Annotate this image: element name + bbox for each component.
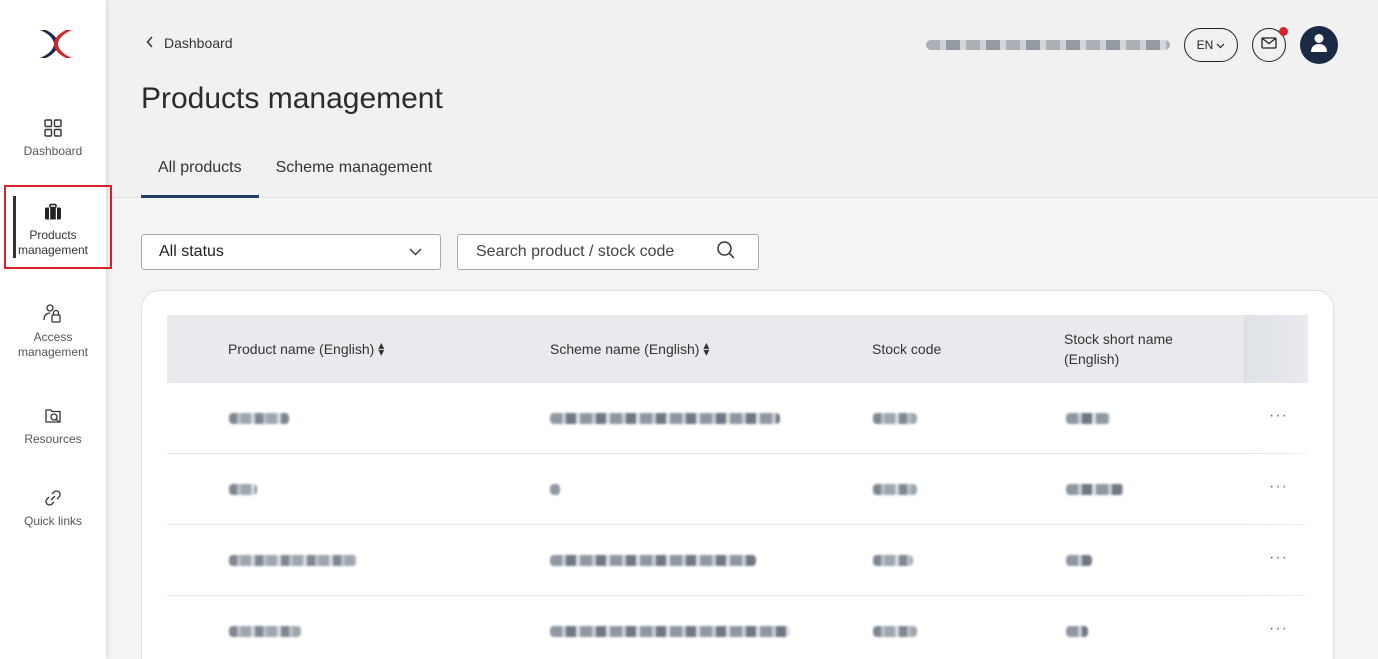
- page-title: Products management: [141, 82, 443, 115]
- scheme-name-cell: [550, 555, 756, 566]
- grid-icon: [41, 116, 65, 140]
- row-actions-button[interactable]: ···: [1269, 478, 1288, 496]
- header-actions: EN: [926, 26, 1338, 64]
- row-actions-button[interactable]: ···: [1269, 620, 1288, 638]
- table-row[interactable]: ···: [167, 596, 1308, 659]
- stock-code-cell: [873, 626, 917, 637]
- user-lock-icon: [41, 302, 65, 326]
- breadcrumb[interactable]: Dashboard: [146, 35, 233, 51]
- sort-icon[interactable]: ▴ ▾: [703, 339, 709, 358]
- status-dropdown[interactable]: All status: [141, 234, 441, 270]
- sidebar-item-label: Resources: [24, 432, 82, 446]
- table-row[interactable]: ···: [167, 525, 1308, 596]
- stock-short-name-cell: [1066, 555, 1092, 566]
- breadcrumb-link[interactable]: Dashboard: [164, 35, 233, 51]
- sort-icon[interactable]: ▴ ▾: [378, 339, 384, 358]
- column-label: Scheme name (English): [550, 341, 700, 357]
- sidebar-item-label: Access management: [17, 330, 89, 359]
- column-scheme-name[interactable]: Scheme name (English) ▴ ▾: [550, 339, 709, 359]
- stock-short-name-cell: [1066, 626, 1088, 637]
- sidebar-item-label: Dashboard: [23, 144, 83, 158]
- chevron-down-icon: [1216, 38, 1225, 52]
- stock-code-cell: [873, 413, 917, 424]
- sidebar-item-access-management[interactable]: Access management: [0, 302, 106, 360]
- mail-icon: [1261, 36, 1277, 54]
- stock-code-cell: [873, 484, 917, 495]
- row-actions-button[interactable]: ···: [1269, 407, 1288, 425]
- table-row[interactable]: ···: [167, 454, 1308, 525]
- notification-dot: [1279, 27, 1288, 36]
- stock-short-name-cell: [1066, 413, 1110, 424]
- tab-bar: All products Scheme management: [141, 155, 449, 198]
- language-label: EN: [1196, 38, 1214, 52]
- column-product-name[interactable]: Product name (English) ▴ ▾: [228, 339, 384, 359]
- user-name: [926, 40, 1170, 50]
- user-icon: [1309, 32, 1329, 59]
- notifications-button[interactable]: [1252, 27, 1288, 62]
- scheme-name-cell: [550, 484, 560, 495]
- chevron-left-icon: [146, 35, 154, 51]
- tab-scheme-management[interactable]: Scheme management: [259, 155, 450, 198]
- sidebar-item-products-management[interactable]: Products management: [0, 200, 106, 258]
- products-table: Product name (English) ▴ ▾ Scheme name (E…: [167, 315, 1308, 659]
- sidebar: Dashboard Products management Access man…: [0, 0, 112, 659]
- brand-logo-icon[interactable]: [36, 24, 76, 64]
- product-name-cell: [229, 555, 357, 566]
- row-actions-button[interactable]: ···: [1269, 549, 1288, 567]
- link-icon: [41, 486, 65, 510]
- language-selector[interactable]: EN: [1184, 28, 1238, 62]
- tab-all-products[interactable]: All products: [141, 155, 259, 198]
- avatar[interactable]: [1300, 26, 1338, 64]
- column-label: Stock code: [872, 341, 942, 357]
- folder-search-icon: [41, 404, 65, 428]
- stock-short-name-cell: [1066, 484, 1124, 495]
- scheme-name-cell: [550, 413, 780, 424]
- column-stock-short-name: Stock short name (English): [1064, 329, 1224, 369]
- table-header: Product name (English) ▴ ▾ Scheme name (E…: [167, 315, 1308, 383]
- sidebar-item-label: Products management: [17, 228, 89, 257]
- table-row[interactable]: ···: [167, 383, 1308, 454]
- product-name-cell: [229, 626, 301, 637]
- scheme-name-cell: [550, 626, 790, 637]
- product-name-cell: [229, 484, 257, 495]
- column-label: Product name (English): [228, 341, 375, 357]
- search-field[interactable]: [457, 234, 759, 270]
- products-table-card: Product name (English) ▴ ▾ Scheme name (E…: [141, 290, 1334, 659]
- search-input[interactable]: [476, 243, 706, 261]
- column-stock-code: Stock code: [872, 339, 941, 359]
- sidebar-item-quick-links[interactable]: Quick links: [0, 486, 106, 529]
- product-name-cell: [229, 413, 289, 424]
- search-icon[interactable]: [716, 240, 736, 265]
- briefcase-icon: [41, 200, 65, 224]
- chevron-down-icon: [409, 243, 422, 261]
- status-dropdown-value: All status: [159, 243, 224, 260]
- column-label: Stock short name (English): [1064, 331, 1173, 367]
- column-overflow: [1244, 315, 1308, 383]
- stock-code-cell: [873, 555, 913, 566]
- sidebar-item-resources[interactable]: Resources: [0, 404, 106, 447]
- sidebar-item-dashboard[interactable]: Dashboard: [0, 116, 106, 159]
- sidebar-item-label: Quick links: [23, 514, 82, 528]
